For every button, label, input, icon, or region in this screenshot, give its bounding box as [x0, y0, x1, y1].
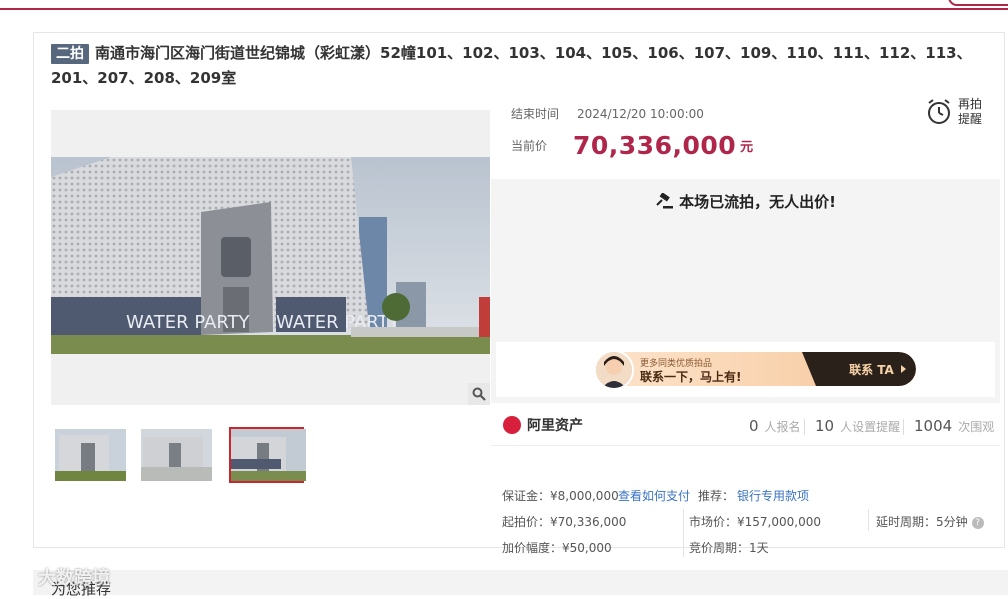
remind-label: 人设置提醒 [840, 420, 901, 434]
detail-divider [683, 509, 684, 557]
contact-ta-label: 联系 TA [849, 363, 894, 377]
ali-assets-logo: 阿里资产 [503, 415, 583, 435]
stat-divider [804, 419, 805, 435]
auction-status: 本场已流拍，无人出价! [491, 191, 1000, 212]
recommend-label: 推荐： [698, 489, 735, 503]
current-price-unit: 元 [740, 140, 754, 155]
delay-period: 延时周期：5分钟? [876, 513, 984, 530]
end-time-value: 2024/12/20 10:00:00 [577, 107, 704, 121]
main-photo: WATER PARTY WATER PARTY [51, 157, 490, 354]
remind-line-2: 提醒 [958, 112, 983, 126]
top-bar-search-pill[interactable] [948, 0, 1008, 6]
contact-ta-button[interactable]: 联系 TA [849, 361, 906, 378]
current-price-value: 70,336,000 [573, 131, 737, 160]
ali-assets-logo-text: 阿里资产 [527, 418, 583, 434]
auction-status-box: 本场已流拍，无人出价! 更多同类优质拍品 联系一下，马上有! 联系 TA [491, 179, 1000, 403]
promo-bar: 更多同类优质拍品 联系一下，马上有! 联系 TA [594, 352, 916, 386]
watermark: 大数跨境 [8, 564, 110, 590]
agent-avatar-image [596, 352, 632, 388]
main-image-viewer[interactable]: WATER PARTY WATER PARTY [51, 110, 490, 405]
remind-text: 再拍 提醒 [958, 97, 982, 127]
auction-card: 二拍 南通市海门区海门街道世纪锦城（彩虹漾）52幢101、102、103、104、… [33, 32, 1005, 557]
promo-title: 联系一下，马上有! [640, 370, 742, 384]
deposit: 保证金：¥8,000,000 [502, 489, 619, 503]
zoom-button[interactable] [468, 383, 490, 405]
signup-count: 0 [749, 417, 759, 435]
thumbnail-2-image [141, 429, 212, 481]
auction-title-text: 南通市海门区海门街道世纪锦城（彩虹漾）52幢101、102、103、104、10… [51, 44, 972, 87]
round-badge: 二拍 [51, 44, 89, 64]
re-auction-remind-button[interactable]: 再拍 提醒 [922, 95, 992, 135]
stat-divider [903, 419, 904, 435]
thumbnail-strip [51, 427, 351, 483]
contact-promo-banner[interactable]: 更多同类优质拍品 联系一下，马上有! 联系 TA [496, 342, 995, 397]
detail-divider [868, 509, 869, 531]
bid-increment: 加价幅度：¥50,000 [502, 541, 612, 555]
thumbnail-3[interactable] [229, 427, 306, 483]
agent-avatar [594, 350, 634, 390]
top-bar [0, 0, 1008, 10]
end-time-row: 结束时间 2024/12/20 10:00:00 [511, 105, 722, 122]
watermark-logo-icon [9, 568, 32, 585]
bank-payment-link[interactable]: 银行专用款项 [737, 487, 809, 504]
auction-status-text: 本场已流拍，无人出价! [679, 193, 836, 211]
gavel-icon [656, 192, 674, 209]
signup-label: 人报名 [764, 420, 801, 434]
current-price-row: 当前价 70,336,000 元 [511, 131, 753, 160]
help-icon[interactable]: ? [971, 516, 984, 529]
view-count: 1004 [914, 417, 953, 435]
view-stat: 1004 次围观 [914, 417, 994, 435]
ali-assets-logo-icon [503, 416, 521, 434]
market-price: 市场价：¥157,000,000 [689, 515, 821, 529]
promo-contact-area: 联系 TA [802, 352, 916, 386]
remind-count: 10 [815, 417, 835, 435]
auction-title: 二拍 南通市海门区海门街道世纪锦城（彩虹漾）52幢101、102、103、104、… [51, 41, 996, 91]
play-triangle-icon [901, 365, 906, 373]
view-label: 次围观 [958, 420, 995, 434]
photo-sign-left: WATER PARTY [126, 312, 251, 333]
watermark-text: 大数跨境 [38, 568, 110, 589]
remind-stat: 10 人设置提醒 [815, 417, 900, 435]
current-price-label: 当前价 [511, 139, 548, 153]
remind-line-1: 再拍 [958, 97, 983, 111]
signup-stat: 0 人报名 [749, 417, 801, 435]
how-to-pay-link[interactable]: 查看如何支付 [618, 487, 690, 504]
thumbnail-2[interactable] [139, 427, 214, 483]
thumbnail-1-image [55, 429, 126, 481]
stats-divider [491, 445, 1000, 446]
thumbnail-1[interactable] [53, 427, 128, 483]
recommend-section: 为您推荐 [33, 570, 1008, 598]
search-icon [472, 387, 486, 401]
stats-row: 阿里资产 0 人报名 10 人设置提醒 1004 次围观 [491, 413, 1000, 443]
alarm-clock-icon [928, 99, 950, 124]
thumbnail-3-image [231, 429, 306, 481]
bid-period: 竞价周期：1天 [689, 541, 769, 555]
delay-period-text: 延时周期：5分钟 [876, 515, 968, 529]
end-time-label: 结束时间 [511, 107, 560, 121]
start-price: 起拍价：¥70,336,000 [502, 515, 627, 529]
